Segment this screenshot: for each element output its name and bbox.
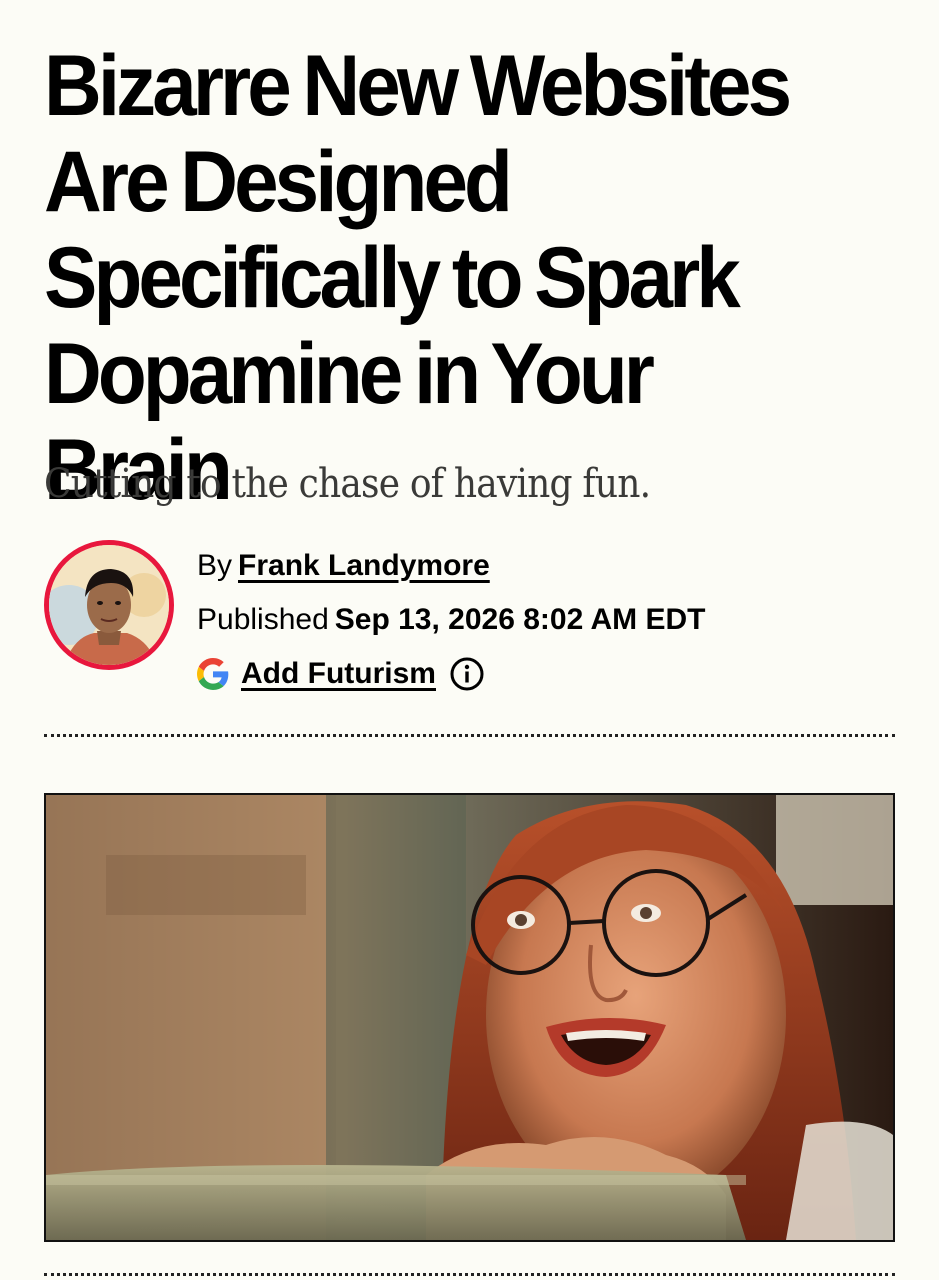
- divider-bottom: [44, 1273, 895, 1276]
- subheadline: Cutting to the chase of having fun.: [44, 461, 651, 507]
- published-datetime: Sep 13, 2026 8:02 AM EDT: [334, 603, 706, 636]
- headline: Bizarre New Websites Are Designed Specif…: [44, 38, 792, 518]
- byline: By Frank Landymore: [197, 546, 490, 586]
- author-link[interactable]: Frank Landymore: [238, 549, 490, 582]
- add-futurism-link[interactable]: Add Futurism: [241, 654, 436, 694]
- add-source-row: Add Futurism: [197, 654, 484, 694]
- author-avatar-image: [49, 545, 169, 665]
- info-icon[interactable]: [450, 657, 484, 691]
- author-avatar[interactable]: [44, 540, 174, 670]
- published-line: Published Sep 13, 2026 8:02 AM EDT: [197, 600, 706, 640]
- hero-image-art: [46, 795, 893, 1240]
- google-g-icon: [197, 658, 229, 690]
- byline-prefix: By: [197, 549, 233, 582]
- divider-top: [44, 734, 895, 737]
- published-label: Published: [197, 603, 329, 636]
- hero-image: [44, 793, 895, 1242]
